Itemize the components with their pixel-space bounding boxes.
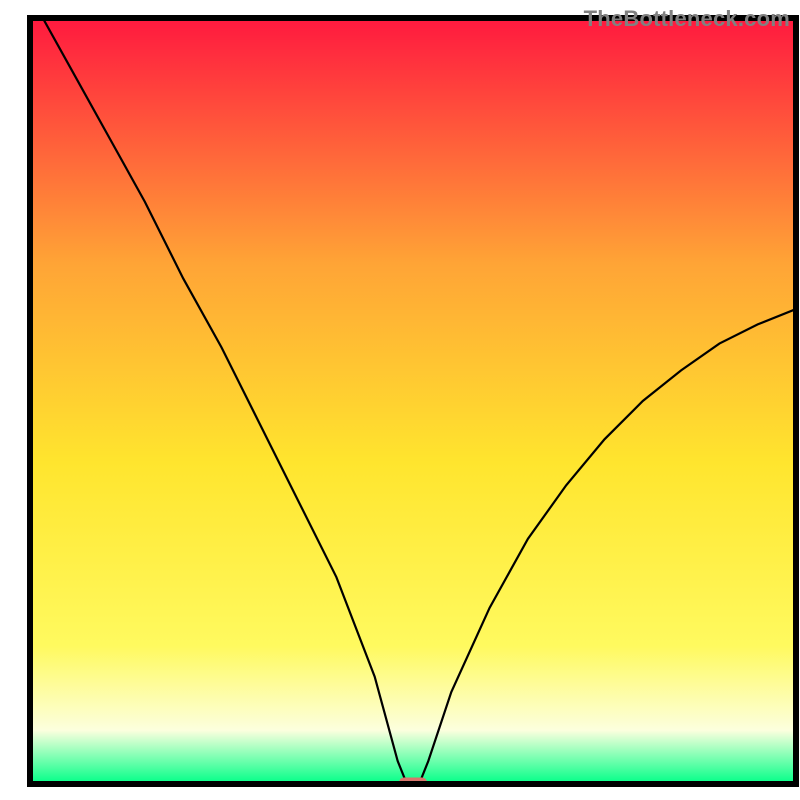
chart-svg <box>0 0 800 800</box>
gradient-background <box>30 18 796 784</box>
bottleneck-chart: TheBottleneck.com <box>0 0 800 800</box>
watermark-text: TheBottleneck.com <box>584 6 790 32</box>
